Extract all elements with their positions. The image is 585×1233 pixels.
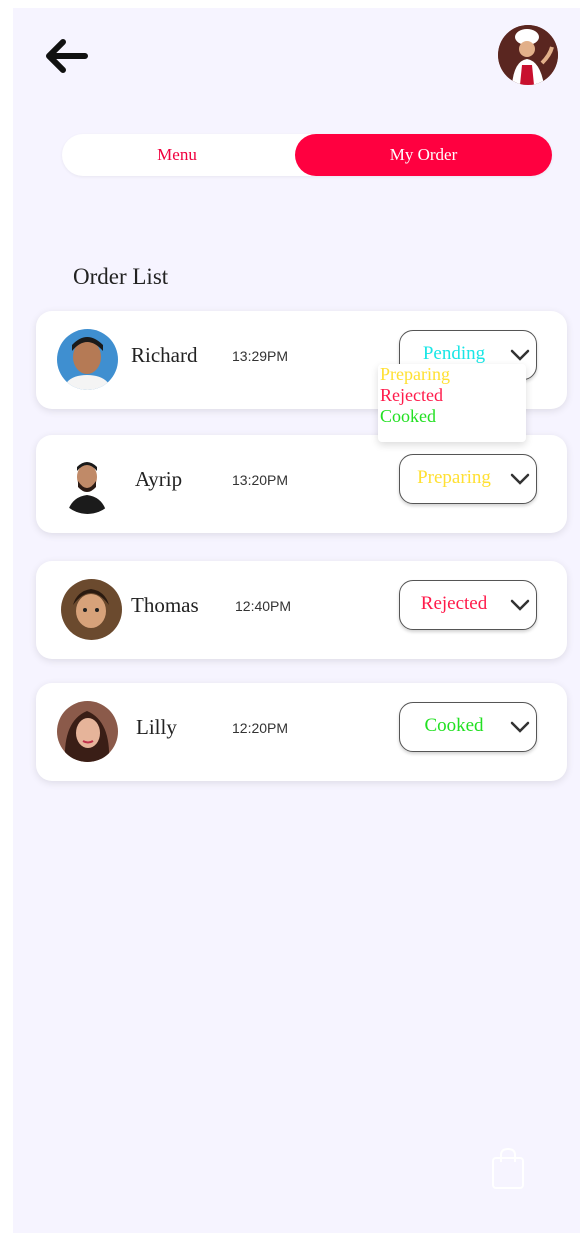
- page-title: Order List: [73, 264, 169, 289]
- app-screen: Menu My Order Order List Richard 13:29PM…: [13, 8, 580, 1233]
- status-value: Preparing: [417, 467, 491, 488]
- status-dropdown[interactable]: Cooked: [399, 702, 537, 752]
- chevron-down-icon: [510, 721, 530, 733]
- order-time: 13:20PM: [232, 472, 289, 488]
- customer-name: Ayrip: [135, 467, 183, 491]
- chevron-down-icon: [510, 473, 530, 485]
- order-time: 13:29PM: [232, 348, 289, 364]
- customer-name: Richard: [131, 343, 198, 367]
- chevron-down-icon: [510, 349, 530, 361]
- tab-menu[interactable]: Menu: [62, 134, 292, 176]
- status-option-cooked[interactable]: Cooked: [378, 406, 526, 427]
- tab-my-order[interactable]: My Order: [295, 134, 552, 176]
- status-option-preparing[interactable]: Preparing: [378, 364, 526, 385]
- shopping-bag-icon: [492, 1147, 524, 1189]
- avatar: [57, 453, 118, 514]
- status-value: Rejected: [420, 593, 488, 614]
- chef-avatar-icon: [498, 25, 558, 85]
- chevron-down-icon: [510, 599, 530, 611]
- arrow-left-icon: [46, 39, 88, 73]
- status-value: Cooked: [424, 715, 484, 736]
- order-card: Lilly 12:20PM Cooked: [36, 683, 567, 781]
- order-time: 12:20PM: [232, 720, 289, 736]
- status-dropdown[interactable]: Rejected: [399, 580, 537, 630]
- order-card: Ayrip 13:20PM Preparing: [36, 435, 567, 533]
- customer-name: Lilly: [136, 715, 177, 739]
- tab-switcher: Menu My Order: [62, 134, 552, 176]
- avatar: [57, 701, 118, 762]
- avatar: [61, 579, 122, 640]
- status-options-menu: Preparing Rejected Cooked: [378, 364, 526, 442]
- back-button[interactable]: [41, 36, 91, 76]
- order-time: 12:40PM: [235, 598, 292, 614]
- avatar: [57, 329, 118, 390]
- customer-name: Thomas: [131, 593, 199, 617]
- status-value: Pending: [422, 343, 486, 364]
- profile-avatar[interactable]: [498, 25, 558, 85]
- status-dropdown[interactable]: Preparing: [399, 454, 537, 504]
- order-card: Thomas 12:40PM Rejected: [36, 561, 567, 659]
- status-option-rejected[interactable]: Rejected: [378, 385, 526, 406]
- cart-button[interactable]: [490, 1146, 526, 1195]
